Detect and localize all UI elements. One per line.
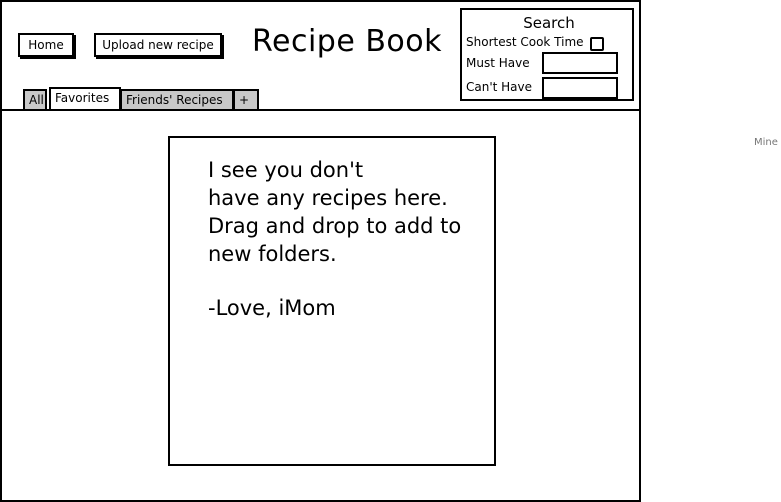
tab-all[interactable]: All [23, 89, 47, 109]
empty-state-note: I see you don't have any recipes here. D… [168, 136, 496, 466]
cant-have-input[interactable] [542, 77, 618, 99]
must-have-input[interactable] [542, 52, 618, 74]
home-button[interactable]: Home [18, 33, 74, 57]
mine-label: Mine [754, 137, 778, 148]
shortest-cook-time-checkbox[interactable] [590, 37, 604, 51]
cant-have-label: Can't Have [466, 80, 533, 94]
app-window: Home Upload new recipe Recipe Book Searc… [0, 0, 641, 502]
search-title: Search [523, 14, 575, 32]
tab-friends-recipes[interactable]: Friends' Recipes [120, 89, 234, 109]
empty-state-message: I see you don't have any recipes here. D… [208, 158, 462, 266]
page-title: Recipe Book [252, 24, 442, 59]
must-have-label: Must Have [466, 56, 530, 70]
shortest-cook-time-label: Shortest Cook Time [466, 35, 584, 49]
tab-add[interactable]: + [233, 89, 259, 109]
tab-favorites[interactable]: Favorites [49, 87, 121, 109]
upload-recipe-button[interactable]: Upload new recipe [94, 33, 222, 57]
header-divider [2, 109, 639, 111]
search-panel: Search Shortest Cook Time Must Have Can'… [460, 8, 634, 101]
note-signature: -Love, iMom [208, 296, 336, 320]
